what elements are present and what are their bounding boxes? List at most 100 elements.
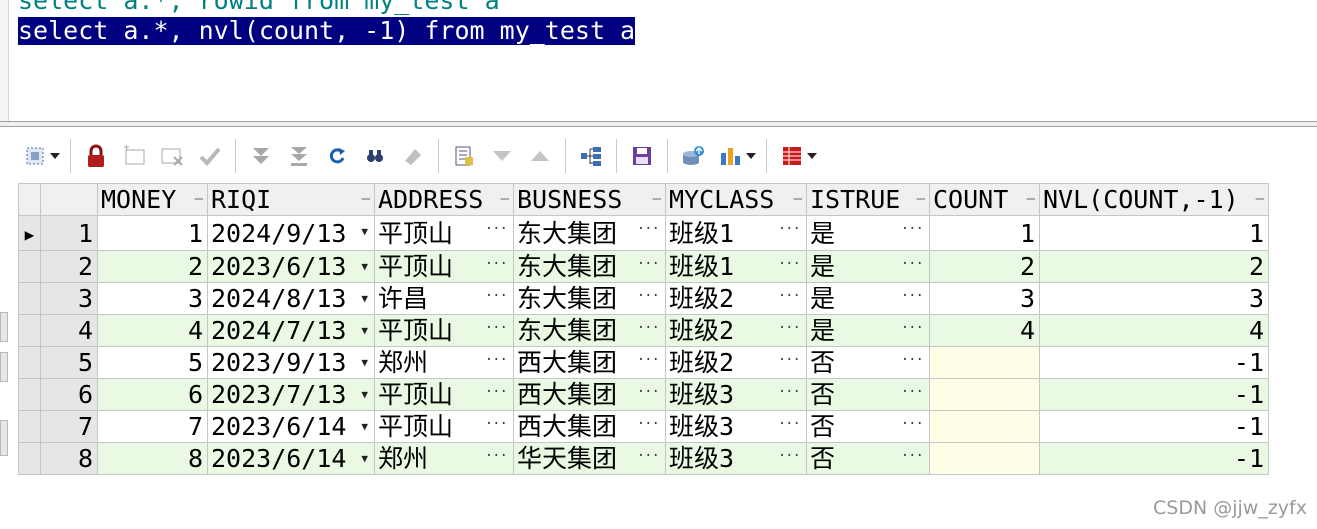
column-header-count[interactable]: COUNT — (929, 183, 1040, 216)
cell-nvl-count[interactable]: 3 (1039, 282, 1269, 315)
column-header-istrue[interactable]: ISTRUE — (806, 183, 930, 216)
cell-editor-button[interactable]: ··· (637, 284, 660, 313)
row-indicator[interactable] (18, 442, 41, 475)
column-header-busness[interactable]: BUSNESS — (513, 183, 666, 216)
cell-address[interactable]: 许昌 ··· (374, 282, 514, 315)
cell-count[interactable] (929, 410, 1040, 443)
cell-editor-button[interactable]: ··· (637, 252, 660, 281)
select-mode-icon[interactable] (20, 141, 50, 171)
cell-nvl-count[interactable]: 1 (1039, 215, 1269, 251)
last-page-icon[interactable] (284, 141, 314, 171)
cell-editor-button[interactable]: ··· (485, 316, 508, 345)
export-data-icon[interactable] (678, 141, 708, 171)
cell-editor-button[interactable]: ··· (901, 380, 924, 409)
cell-count[interactable]: 2 (929, 250, 1040, 283)
cell-editor-button[interactable]: ··· (637, 380, 660, 409)
cell-editor-button[interactable]: ··· (485, 284, 508, 313)
column-menu-icon[interactable]: — (362, 185, 370, 215)
cell-count[interactable]: 1 (929, 215, 1040, 251)
cell-editor-button[interactable]: ··· (485, 217, 508, 246)
sql-line-1[interactable]: select a.*, rowid from my_test a (18, 0, 500, 15)
row-number[interactable]: 5 (40, 346, 98, 379)
row-indicator[interactable] (18, 410, 41, 443)
left-panel-handle[interactable] (0, 352, 8, 382)
cell-istrue[interactable]: 否 ··· (806, 410, 930, 443)
cell-myclass[interactable]: 班级3 ··· (665, 378, 807, 411)
cell-editor-button[interactable]: ··· (901, 444, 924, 473)
cell-editor-button[interactable]: ··· (778, 252, 801, 281)
cell-address[interactable]: 平顶山 ··· (374, 410, 514, 443)
table-row[interactable]: 2 2 2023/6/13 ▼ 平顶山 ··· 东大集团 ··· 班级1 ··· 是 ··· 2 2 (18, 250, 1269, 283)
column-menu-icon[interactable]: — (1027, 185, 1035, 215)
sort-desc-icon[interactable] (487, 141, 517, 171)
chevron-down-icon[interactable]: ▼ (361, 348, 368, 378)
cell-riqi[interactable]: 2023/6/14 ▼ (207, 410, 375, 443)
chevron-down-icon[interactable]: ▼ (361, 412, 368, 442)
cell-nvl-count[interactable]: -1 (1039, 442, 1269, 475)
cell-editor-button[interactable]: ··· (901, 252, 924, 281)
left-panel-handle[interactable] (0, 312, 8, 342)
table-row[interactable]: 8 8 2023/6/14 ▼ 郑州 ··· 华天集团 ··· 班级3 ··· 否 ··· -1 (18, 442, 1269, 475)
row-number[interactable]: 4 (40, 314, 98, 347)
cell-myclass[interactable]: 班级3 ··· (665, 442, 807, 475)
find-icon[interactable] (360, 141, 390, 171)
cell-address[interactable]: 平顶山 ··· (374, 314, 514, 347)
chevron-down-icon[interactable]: ▼ (361, 444, 368, 474)
chevron-down-icon[interactable]: ▼ (361, 284, 368, 314)
cell-money[interactable]: 1 (97, 215, 208, 251)
cell-nvl-count[interactable]: -1 (1039, 346, 1269, 379)
cell-count[interactable]: 3 (929, 282, 1040, 315)
row-indicator[interactable] (18, 378, 41, 411)
cell-editor-button[interactable]: ··· (778, 412, 801, 441)
column-header-money[interactable]: MONEY — (97, 183, 208, 216)
cell-editor-button[interactable]: ··· (485, 348, 508, 377)
cell-address[interactable]: 郑州 ··· (374, 442, 514, 475)
cell-editor-button[interactable]: ··· (901, 348, 924, 377)
row-number[interactable]: 7 (40, 410, 98, 443)
cell-editor-button[interactable]: ··· (485, 380, 508, 409)
cell-editor-button[interactable]: ··· (778, 284, 801, 313)
chevron-down-icon[interactable]: ▼ (361, 380, 368, 410)
sql-editor[interactable]: select a.*, rowid from my_test a select … (0, 0, 1317, 121)
cell-count[interactable] (929, 442, 1040, 475)
cell-riqi[interactable]: 2023/6/14 ▼ (207, 442, 375, 475)
cell-riqi[interactable]: 2024/8/13 ▼ (207, 282, 375, 315)
cell-money[interactable]: 5 (97, 346, 208, 379)
cell-riqi[interactable]: 2023/6/13 ▼ (207, 250, 375, 283)
cell-editor-button[interactable]: ··· (637, 348, 660, 377)
chart-icon[interactable] (716, 141, 746, 171)
cell-busness[interactable]: 东大集团 ··· (513, 215, 666, 251)
table-row[interactable]: ▶ 1 1 2024/9/13 ▼ 平顶山 ··· 东大集团 ··· 班级1 ··· 是 ··· 1 1 (18, 215, 1269, 251)
cell-busness[interactable]: 东大集团 ··· (513, 282, 666, 315)
cell-editor-button[interactable]: ··· (901, 284, 924, 313)
column-header-riqi[interactable]: RIQI — (207, 183, 375, 216)
cell-editor-button[interactable]: ··· (485, 412, 508, 441)
pane-splitter[interactable] (0, 121, 1317, 127)
cell-editor-button[interactable]: ··· (901, 316, 924, 345)
grid-view-icon[interactable] (777, 141, 807, 171)
cell-busness[interactable]: 华天集团 ··· (513, 442, 666, 475)
cell-count[interactable] (929, 346, 1040, 379)
cell-riqi[interactable]: 2023/7/13 ▼ (207, 378, 375, 411)
cell-money[interactable]: 4 (97, 314, 208, 347)
insert-record-icon[interactable] (119, 141, 149, 171)
cell-address[interactable]: 郑州 ··· (374, 346, 514, 379)
sort-asc-icon[interactable] (525, 141, 555, 171)
column-menu-icon[interactable]: — (794, 185, 802, 215)
cell-money[interactable]: 3 (97, 282, 208, 315)
column-menu-icon[interactable]: — (501, 185, 509, 215)
grid-corner[interactable] (40, 183, 98, 216)
cell-editor-button[interactable]: ··· (778, 217, 801, 246)
cell-money[interactable]: 8 (97, 442, 208, 475)
table-row[interactable]: 4 4 2024/7/13 ▼ 平顶山 ··· 东大集团 ··· 班级2 ··· 是 ··· 4 4 (18, 314, 1269, 347)
cell-istrue[interactable]: 是 ··· (806, 282, 930, 315)
cell-istrue[interactable]: 否 ··· (806, 346, 930, 379)
column-header-nvl-count[interactable]: NVL(COUNT,-1) — (1039, 183, 1269, 216)
cell-busness[interactable]: 东大集团 ··· (513, 314, 666, 347)
cell-editor-button[interactable]: ··· (778, 380, 801, 409)
cell-address[interactable]: 平顶山 ··· (374, 250, 514, 283)
cell-istrue[interactable]: 是 ··· (806, 250, 930, 283)
cell-nvl-count[interactable]: 4 (1039, 314, 1269, 347)
refresh-icon[interactable] (322, 141, 352, 171)
table-row[interactable]: 3 3 2024/8/13 ▼ 许昌 ··· 东大集团 ··· 班级2 ··· 是 ··· 3 3 (18, 282, 1269, 315)
